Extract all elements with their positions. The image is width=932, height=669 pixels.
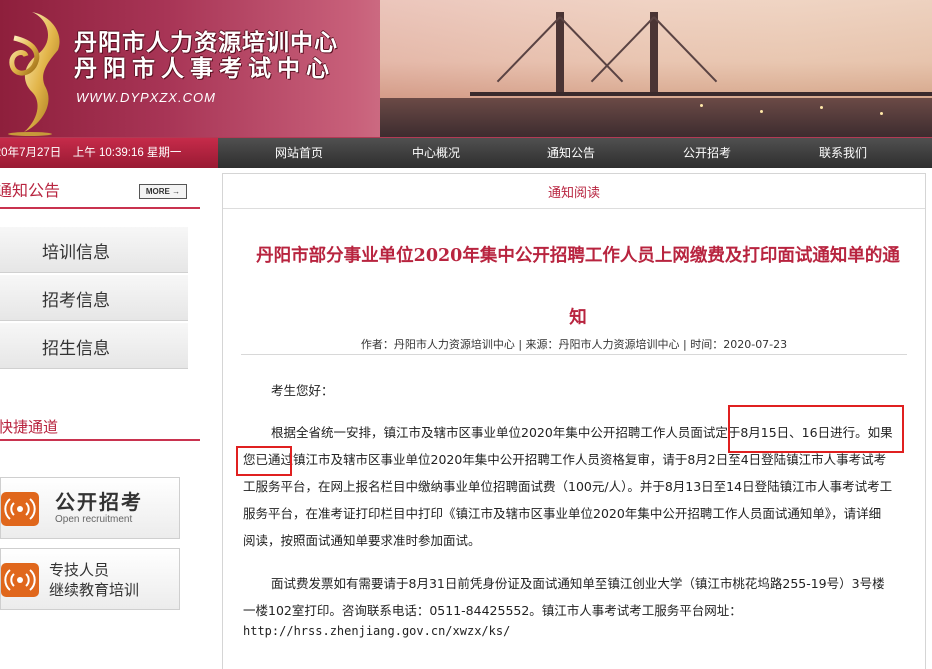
- sidebar: 通知公告 MORE → 培训信息 招考信息 招生信息 快捷通道 公开招考 Ope…: [0, 167, 200, 668]
- header-banner: 丹阳市人力资源培训中心 丹阳市人事考试中心 WWW.DYPXZX.COM: [0, 0, 932, 137]
- broadcast-icon: [1, 492, 39, 526]
- site-title-line1: 丹阳市人力资源培训中心: [74, 29, 338, 56]
- nav-notices[interactable]: 通知公告: [521, 138, 621, 168]
- platform-url-link[interactable]: http://hrss.zhenjiang.gov.cn/xwzx/ks/: [243, 624, 510, 638]
- highlight-box-proceed: [236, 446, 292, 476]
- sidebar-notices-title: 通知公告: [0, 181, 61, 200]
- sidebar-quicklinks-title: 快捷通道: [0, 418, 59, 436]
- article-panel-header: 通知阅读: [223, 174, 925, 209]
- date-time-text: 2020年7月27日 上午 10:39:16 星期一: [0, 147, 182, 159]
- bridge-tower-right: [650, 12, 658, 94]
- site-title-line2: 丹阳市人事考试中心: [74, 55, 335, 82]
- nav-recruitment[interactable]: 公开招考: [657, 138, 757, 168]
- article-title: 丹阳市部分事业单位2020年集中公开招聘工作人员上网缴费及打印面试通知单的通知: [256, 246, 900, 328]
- broadcast-icon: [1, 563, 39, 597]
- sidebar-item-enrollment[interactable]: 招生信息: [0, 323, 188, 369]
- logo-swirl-icon: [8, 12, 60, 136]
- bridge-tower-left: [556, 12, 564, 94]
- sidebar-item-label: 培训信息: [42, 243, 110, 263]
- promo-line2: 继续教育培训: [49, 581, 140, 599]
- sidebar-notices-header: 通知公告 MORE →: [0, 167, 200, 209]
- article-greeting: 考生您好：: [271, 383, 334, 398]
- promo-continuing-education[interactable]: 专技人员 继续教育培训: [0, 548, 180, 610]
- highlight-box-date: [728, 405, 904, 453]
- site-title: 丹阳市人力资源培训中心 丹阳市人事考试中心: [74, 30, 338, 82]
- nav-contact[interactable]: 联系我们: [793, 138, 893, 168]
- site-url: WWW.DYPXZX.COM: [76, 90, 216, 105]
- promo-open-recruitment[interactable]: 公开招考 Open recruitment: [0, 477, 180, 539]
- promo-line1: 专技人员: [49, 561, 110, 579]
- sidebar-item-label: 招生信息: [42, 339, 110, 359]
- main-nav: 2020年7月27日 上午 10:39:16 星期一 网站首页 中心概况 通知公…: [0, 137, 932, 168]
- promo-subtitle: Open recruitment: [55, 514, 133, 525]
- sidebar-item-training[interactable]: 培训信息: [0, 227, 188, 273]
- promo-title: 公开招考: [55, 490, 143, 514]
- nav-about[interactable]: 中心概况: [386, 138, 486, 168]
- nav-home[interactable]: 网站首页: [249, 138, 349, 168]
- sidebar-item-exams[interactable]: 招考信息: [0, 275, 188, 321]
- sidebar-quicklinks-header: 快捷通道: [0, 415, 200, 441]
- meta-divider: [241, 354, 907, 355]
- sidebar-item-label: 招考信息: [42, 291, 110, 311]
- date-time-display: 2020年7月27日 上午 10:39:16 星期一: [0, 138, 218, 168]
- article-panel-title: 通知阅读: [547, 186, 600, 201]
- article-paragraph-2: 面试费发票如有需要请于8月31日前凭身份证及面试通知单至镇江创业大学（镇江市桃花…: [243, 576, 885, 618]
- bridge-deck: [470, 92, 932, 96]
- more-button[interactable]: MORE →: [139, 184, 187, 199]
- banner-ground: [380, 98, 932, 137]
- article-meta: 作者：丹阳市人力资源培训中心 | 来源：丹阳市人力资源培训中心 | 时间：202…: [360, 338, 788, 351]
